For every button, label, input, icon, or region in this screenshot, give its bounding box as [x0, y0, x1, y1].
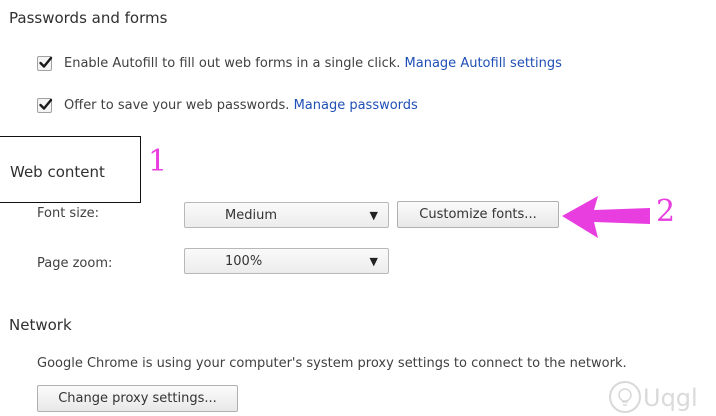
annotation-number-2: 2 [656, 194, 676, 229]
font-size-value: Medium [225, 207, 277, 223]
annotation-arrow-icon [562, 196, 650, 238]
page-zoom-value: 100% [225, 253, 263, 269]
autofill-label: Enable Autofill to fill out web forms in… [64, 56, 401, 71]
dropdown-arrow-icon: ▼ [369, 254, 378, 268]
save-passwords-label: Offer to save your web passwords. [64, 98, 290, 113]
font-size-label: Font size: [37, 206, 100, 221]
change-proxy-settings-button[interactable]: Change proxy settings... [37, 385, 238, 412]
watermark-bulb-icon [609, 381, 641, 413]
dropdown-arrow-icon: ▼ [369, 208, 378, 222]
page-zoom-select[interactable]: 100% ▼ [184, 248, 389, 274]
manage-passwords-link[interactable]: Manage passwords [294, 98, 418, 113]
section-title-network: Network [9, 316, 72, 334]
manage-autofill-link[interactable]: Manage Autofill settings [405, 56, 562, 71]
customize-fonts-button[interactable]: Customize fonts... [397, 201, 559, 228]
save-passwords-checkbox[interactable] [37, 98, 53, 113]
section-title-web-content: Web content [10, 163, 105, 181]
section-title-passwords: Passwords and forms [9, 9, 168, 27]
autofill-row: Enable Autofill to fill out web forms in… [37, 56, 562, 71]
font-size-select[interactable]: Medium ▼ [184, 202, 389, 228]
save-passwords-row: Offer to save your web passwords. Manage… [37, 98, 418, 113]
checkmark-icon [39, 56, 53, 68]
annotation-number-1: 1 [148, 144, 168, 179]
autofill-checkbox[interactable] [37, 56, 53, 71]
page-zoom-label: Page zoom: [37, 256, 113, 271]
network-description: Google Chrome is using your computer's s… [37, 356, 627, 371]
watermark-text: Uqgl [643, 384, 698, 412]
checkmark-icon [39, 98, 53, 110]
